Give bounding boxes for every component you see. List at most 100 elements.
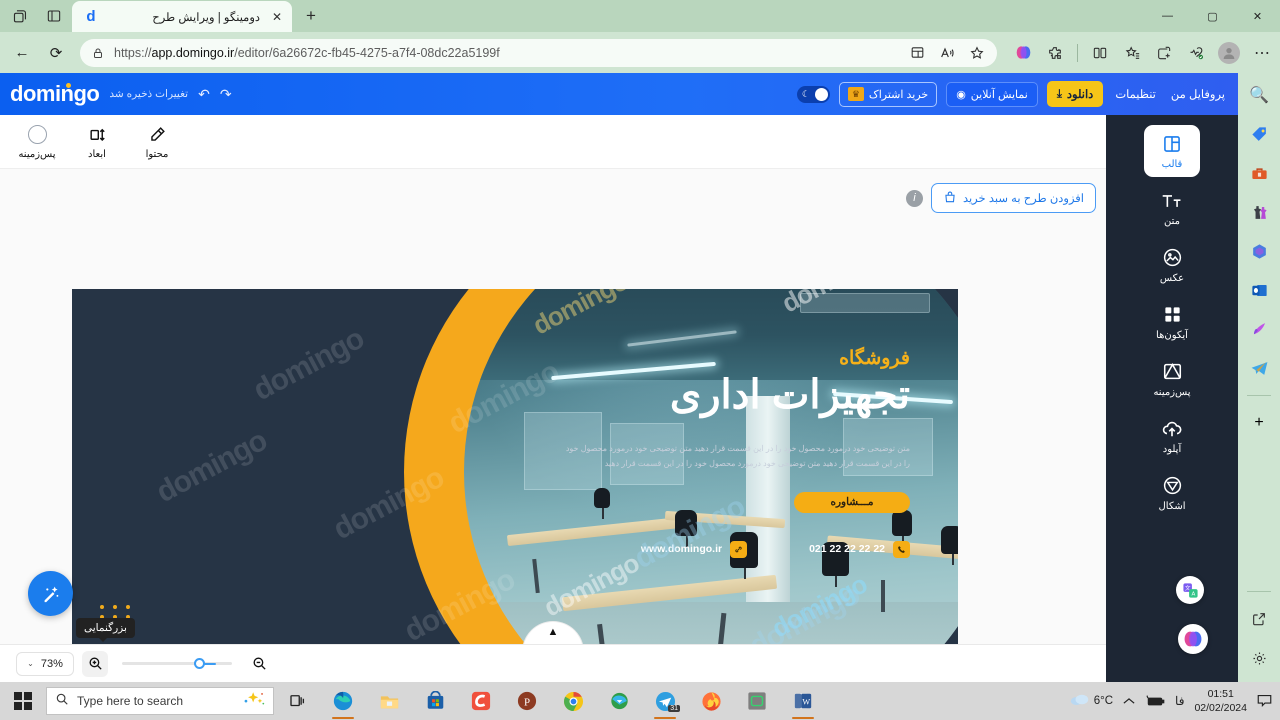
online-preview-button[interactable]: نمایش آنلاین ◉	[946, 81, 1038, 107]
sidebar-item-background[interactable]: پس‌زمینه	[1144, 353, 1200, 405]
zoom-level-select[interactable]: ⌄ 73%	[16, 651, 74, 676]
close-window-button[interactable]: ✕	[1235, 0, 1280, 32]
sidebar-item-icons[interactable]: آیکون‌ها	[1144, 296, 1200, 348]
copilot-tabs-icon[interactable]	[8, 4, 32, 28]
browser-tab[interactable]: d دومینگو | ویرایش طرح ✕	[72, 1, 292, 32]
toolbar-item-content[interactable]: محتوا	[134, 124, 180, 160]
taskbar-app-internet-download-manager[interactable]	[596, 682, 642, 720]
download-button[interactable]: دانلود ⤓	[1046, 81, 1104, 107]
tray-expand-chevron-icon[interactable]	[1123, 697, 1135, 706]
split-window-icon[interactable]	[1090, 43, 1110, 63]
maximize-button[interactable]: ▢	[1190, 0, 1235, 32]
sidebar-item-template[interactable]: قالب	[1144, 125, 1200, 177]
minimize-button[interactable]: —	[1145, 0, 1190, 32]
language-indicator[interactable]: فا	[1175, 694, 1184, 708]
back-button[interactable]: ←	[8, 39, 36, 67]
notification-center-icon[interactable]	[1257, 694, 1272, 708]
taskbar-app-notepad-green[interactable]	[734, 682, 780, 720]
weather-widget[interactable]: 6°C	[1070, 693, 1113, 709]
favorites-icon[interactable]	[1122, 43, 1142, 63]
translate-page-icon[interactable]: 文 A	[1176, 576, 1204, 604]
toolbar-item-dimensions[interactable]: ابعاد	[74, 124, 120, 160]
design-phone[interactable]: 021 22 22 22 22	[809, 540, 910, 558]
sidebar-item-text[interactable]: متن	[1144, 182, 1200, 234]
design-canvas[interactable]: domingo domingo domingo domingo فروشگاه …	[72, 289, 958, 655]
open-in-new-icon[interactable]	[1247, 607, 1271, 631]
collections-icon[interactable]	[1154, 43, 1174, 63]
zoom-in-button[interactable]	[82, 650, 108, 677]
taskbar-app-edge[interactable]	[320, 682, 366, 720]
tools-icon[interactable]	[1247, 161, 1271, 185]
app-logo[interactable]: domingo	[10, 81, 100, 107]
shopping-tag-icon[interactable]	[1247, 122, 1271, 146]
designer-icon[interactable]	[1247, 317, 1271, 341]
taskbar-search[interactable]: Type here to search	[46, 687, 274, 715]
telegram-icon[interactable]	[1247, 356, 1271, 380]
close-tab-icon[interactable]: ✕	[268, 8, 286, 26]
split-screen-icon[interactable]	[907, 43, 927, 63]
search-icon[interactable]: 🔍	[1247, 83, 1271, 107]
clock-date: 02/02/2024	[1194, 702, 1247, 714]
design-kicker[interactable]: فروشگاه	[518, 347, 910, 370]
address-bar-icons	[907, 43, 991, 63]
more-options-icon[interactable]: ⋯	[1252, 43, 1272, 63]
design-title[interactable]: تجهیزات اداری	[518, 372, 911, 419]
read-aloud-icon[interactable]	[937, 43, 957, 63]
add-to-cart-button[interactable]: افزودن طرح به سبد خرید	[930, 183, 1096, 213]
system-tray: 6°C فا 01:51 02/02/2024	[1070, 682, 1280, 720]
start-button[interactable]	[0, 682, 46, 720]
new-tab-button[interactable]: +	[298, 3, 324, 29]
rail-label-image: عکس	[1159, 272, 1185, 284]
outlook-icon[interactable]	[1247, 278, 1271, 302]
copilot-floating-icon[interactable]	[1178, 624, 1208, 654]
taskbar-app-firefox[interactable]	[688, 682, 734, 720]
svg-text:P: P	[524, 697, 530, 709]
design-website[interactable]: www.domingo.ir	[641, 540, 748, 558]
info-icon[interactable]: i	[905, 189, 923, 207]
reload-button[interactable]: ⟳	[42, 39, 70, 67]
toolbar-divider	[1077, 43, 1078, 62]
tab-actions-icon[interactable]	[42, 4, 66, 28]
zoom-out-button[interactable]	[246, 651, 272, 677]
taskbar-app-canva[interactable]	[458, 682, 504, 720]
games-icon[interactable]	[1247, 200, 1271, 224]
browser-essentials-icon[interactable]	[1186, 43, 1206, 63]
settings-gear-icon[interactable]	[1247, 646, 1271, 670]
design-cta-button[interactable]: مـــشاوره	[794, 491, 910, 513]
settings-link[interactable]: تنظیمات	[1112, 87, 1159, 101]
zoom-slider[interactable]	[122, 658, 232, 669]
microsoft-365-icon[interactable]	[1247, 239, 1271, 263]
address-bar[interactable]: https://app.domingo.ir/editor/6a26672c-f…	[80, 38, 997, 67]
battery-charging-icon[interactable]	[1145, 694, 1165, 708]
design-description[interactable]: متن توضیحی خود درمورد محصول خود را در ای…	[565, 441, 910, 471]
toolbar-item-background[interactable]: پس‌زمینه	[14, 124, 60, 160]
sidebar-item-image[interactable]: عکس	[1144, 239, 1200, 291]
magic-assistant-button[interactable]	[28, 571, 73, 616]
buy-subscription-button[interactable]: خرید اشتراک ♛	[838, 81, 938, 107]
tab-strip-left-buttons	[0, 0, 70, 32]
dark-mode-toggle[interactable]: ☾	[796, 85, 830, 103]
task-view-button[interactable]	[274, 682, 320, 720]
taskbar-app-microsoft-store[interactable]	[412, 682, 458, 720]
copilot-icon[interactable]	[1013, 43, 1033, 63]
edit-content-pencil-icon	[148, 124, 167, 146]
profile-link[interactable]: پروفایل من	[1168, 87, 1228, 101]
clock[interactable]: 01:51 02/02/2024	[1194, 687, 1247, 715]
sidebar-item-shapes[interactable]: اشکال	[1144, 467, 1200, 519]
taskbar-app-word[interactable]: W	[780, 682, 826, 720]
cart-label: افزودن طرح به سبد خرید	[962, 193, 1084, 205]
sidebar-item-upload[interactable]: آپلود	[1144, 410, 1200, 462]
extensions-icon[interactable]	[1045, 43, 1065, 63]
taskbar-app-file-explorer[interactable]	[366, 682, 412, 720]
add-sidebar-app-icon[interactable]: +	[1247, 411, 1271, 435]
copilot-sparkle-icon[interactable]	[243, 691, 265, 712]
redo-button[interactable]: ↷	[220, 86, 232, 103]
taskbar-app-chrome[interactable]	[550, 682, 596, 720]
slider-handle[interactable]	[194, 658, 205, 669]
background-tool-icon	[1162, 361, 1183, 383]
favorite-star-icon[interactable]	[967, 43, 987, 63]
taskbar-app-telegram[interactable]: 31	[642, 682, 688, 720]
profile-avatar[interactable]	[1218, 41, 1240, 64]
undo-button[interactable]: ↶	[198, 86, 210, 103]
taskbar-app-photoscape[interactable]: P	[504, 682, 550, 720]
